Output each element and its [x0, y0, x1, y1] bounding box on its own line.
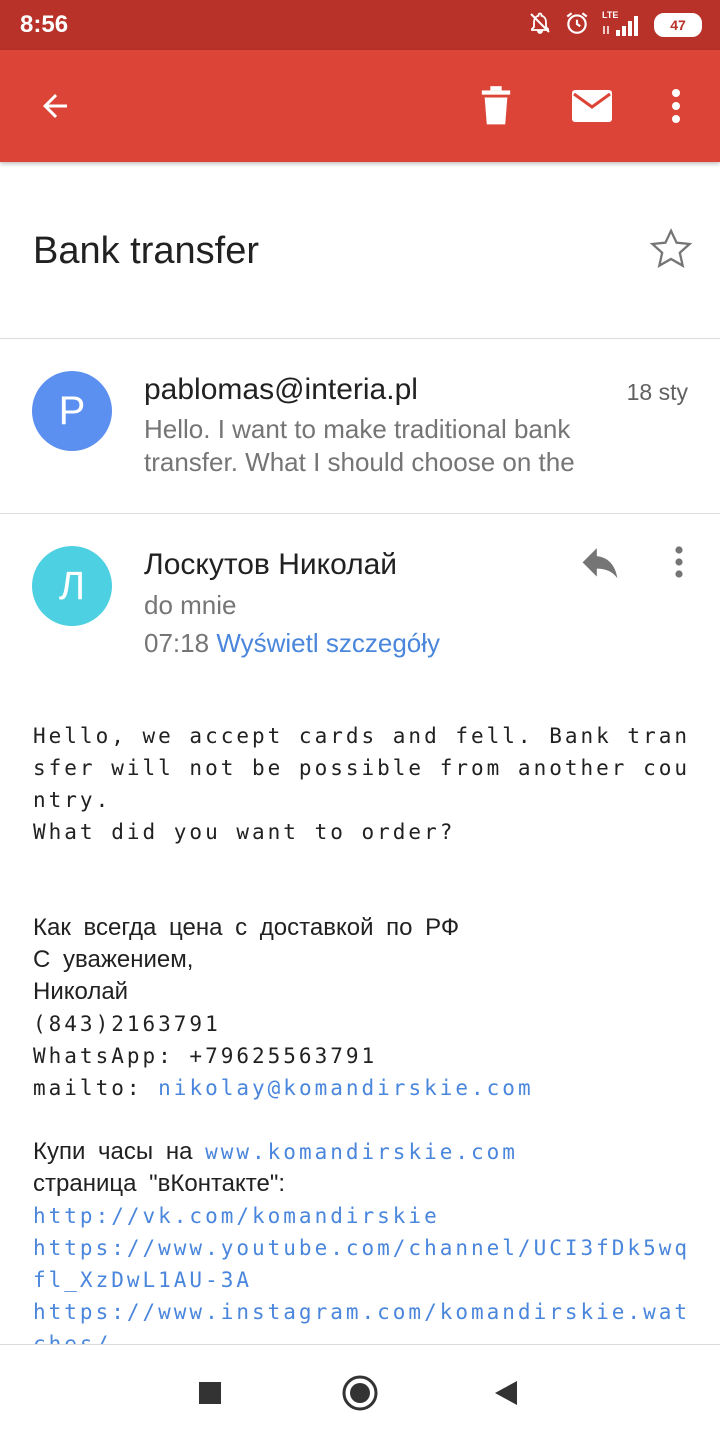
- mail-icon[interactable]: [564, 78, 620, 134]
- sender-name: Лоскутов Николай: [144, 548, 398, 581]
- vk-link[interactable]: http://vk.com/komandirskie: [33, 1200, 693, 1232]
- back-triangle-icon[interactable]: [482, 1369, 530, 1417]
- toolbar: [0, 50, 720, 162]
- email-link[interactable]: nikolay@komandirskie.com: [158, 1076, 533, 1100]
- mute-bell-icon: [528, 11, 552, 40]
- mailto-label: mailto:: [33, 1076, 159, 1100]
- home-circle-icon[interactable]: [336, 1369, 384, 1417]
- vk-label: страница "вКонтакте":: [33, 1170, 286, 1197]
- message-time: 07:18: [144, 628, 210, 658]
- message-date: 18 sty: [626, 379, 688, 405]
- message-snippet: Hello. I want to make traditional bank t…: [144, 414, 575, 477]
- website-link[interactable]: www.komandirskie.com: [205, 1140, 518, 1164]
- collapsed-message[interactable]: P pablomas@interia.pl 18 sty Hello. I wa…: [0, 339, 720, 514]
- mailto-line: mailto: nikolay@komandirskie.com: [33, 1072, 693, 1104]
- instagram-link[interactable]: https://www.instagram.com/komandirskie.w…: [33, 1296, 693, 1344]
- message-time-row: 07:18 Wyświetl szczegóły: [144, 628, 440, 659]
- phone-number: (843)2163791: [33, 1012, 221, 1036]
- avatar: P: [32, 371, 112, 451]
- signature-line: С уважением,: [33, 946, 194, 973]
- trash-icon[interactable]: [468, 78, 524, 134]
- status-icons: LTE 47: [528, 10, 702, 40]
- signature-line: Николай: [33, 978, 129, 1005]
- buy-line: Купи часы на www.komandirskie.com: [33, 1136, 693, 1168]
- alarm-icon: [564, 10, 590, 41]
- status-bar: 8:56 LTE 47: [0, 0, 720, 50]
- status-time: 8:56: [20, 11, 69, 38]
- subject-row: Bank transfer: [0, 162, 720, 339]
- buy-label: Купи часы на: [33, 1138, 206, 1165]
- more-vert-icon[interactable]: [648, 78, 704, 134]
- whatsapp-number: WhatsApp: +79625563791: [33, 1044, 378, 1068]
- message-body: Hello, we accept cards and fell. Bank tr…: [33, 720, 693, 1344]
- sender-name: pablomas@interia.pl: [144, 373, 418, 406]
- body-paragraph: Hello, we accept cards and fell. Bank tr…: [33, 724, 691, 812]
- body-paragraph: What did you want to order?: [33, 820, 456, 844]
- signal-icon: LTE: [602, 10, 642, 38]
- recipient-label: do mnie: [144, 590, 237, 620]
- arrow-back-icon[interactable]: [27, 78, 83, 134]
- system-nav-bar: [0, 1344, 720, 1441]
- expanded-message: Л Лоскутов Николай do mnie 07:18 Wyświet…: [0, 514, 720, 1344]
- recents-square-icon[interactable]: [186, 1369, 234, 1417]
- view-details-link[interactable]: Wyświetl szczegóły: [216, 628, 440, 658]
- reply-icon[interactable]: [572, 536, 628, 592]
- youtube-link[interactable]: https://www.youtube.com/channel/UCI3fDk5…: [33, 1232, 693, 1296]
- more-vert-icon[interactable]: [651, 534, 707, 590]
- battery-indicator: 47: [654, 13, 702, 37]
- avatar: Л: [32, 546, 112, 626]
- signature-line: Как всегда цена с доставкой по РФ: [33, 914, 460, 941]
- email-subject: Bank transfer: [33, 230, 259, 272]
- star-icon[interactable]: [648, 226, 696, 274]
